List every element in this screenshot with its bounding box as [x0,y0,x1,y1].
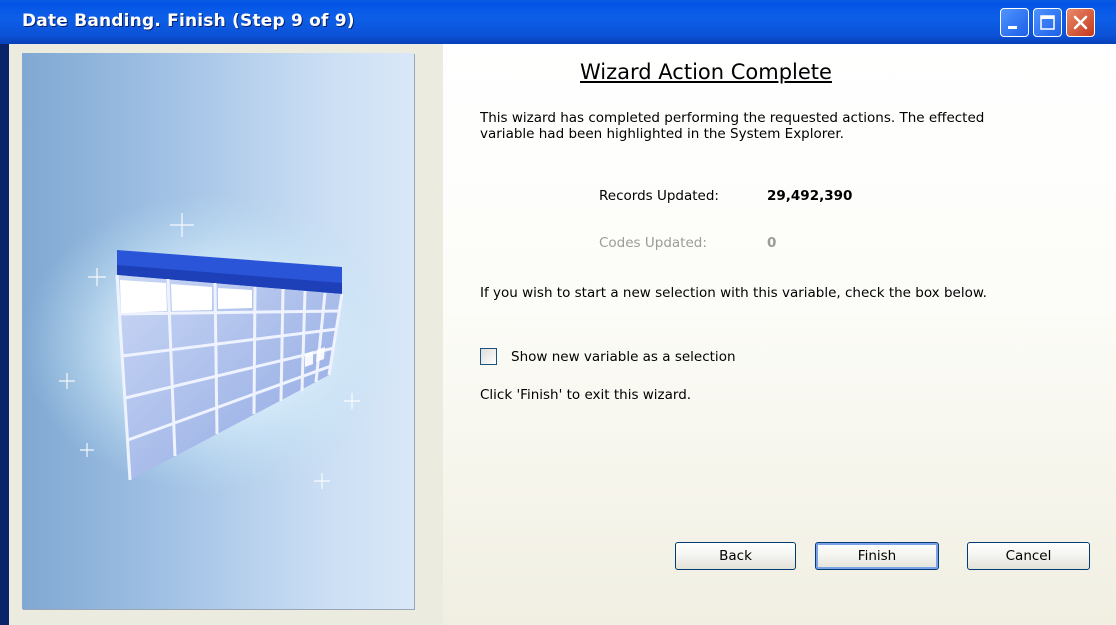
selection-instruction: If you wish to start a new selection wit… [480,285,987,301]
sidebar-frame [9,44,443,625]
finish-button[interactable]: Finish [815,542,939,570]
table-grid-illustration [22,193,402,493]
minimize-button[interactable] [1000,8,1029,37]
close-button[interactable] [1066,8,1095,37]
records-updated-value: 29,492,390 [767,188,853,204]
maximize-icon [1040,15,1055,30]
show-as-selection-checkbox[interactable] [480,348,497,365]
records-updated-label: Records Updated: [599,188,719,204]
cancel-button[interactable]: Cancel [967,542,1090,570]
window-title: Date Banding. Finish (Step 9 of 9) [22,11,355,31]
wizard-sidebar-panel [22,53,414,609]
finish-instruction: Click 'Finish' to exit this wizard. [480,387,692,403]
codes-updated-label: Codes Updated: [599,235,707,251]
maximize-button[interactable] [1033,8,1062,37]
title-bar[interactable]: Date Banding. Finish (Step 9 of 9) [0,0,1116,44]
wizard-window: Date Banding. Finish (Step 9 of 9) Wizar… [0,0,1116,625]
close-icon [1073,15,1088,30]
show-as-selection-label[interactable]: Show new variable as a selection [511,349,736,365]
back-button[interactable]: Back [675,542,796,570]
page-heading: Wizard Action Complete [580,60,832,84]
codes-updated-value: 0 [767,235,777,251]
completion-message: This wizard has completed performing the… [480,110,985,142]
minimize-icon [1008,26,1017,29]
